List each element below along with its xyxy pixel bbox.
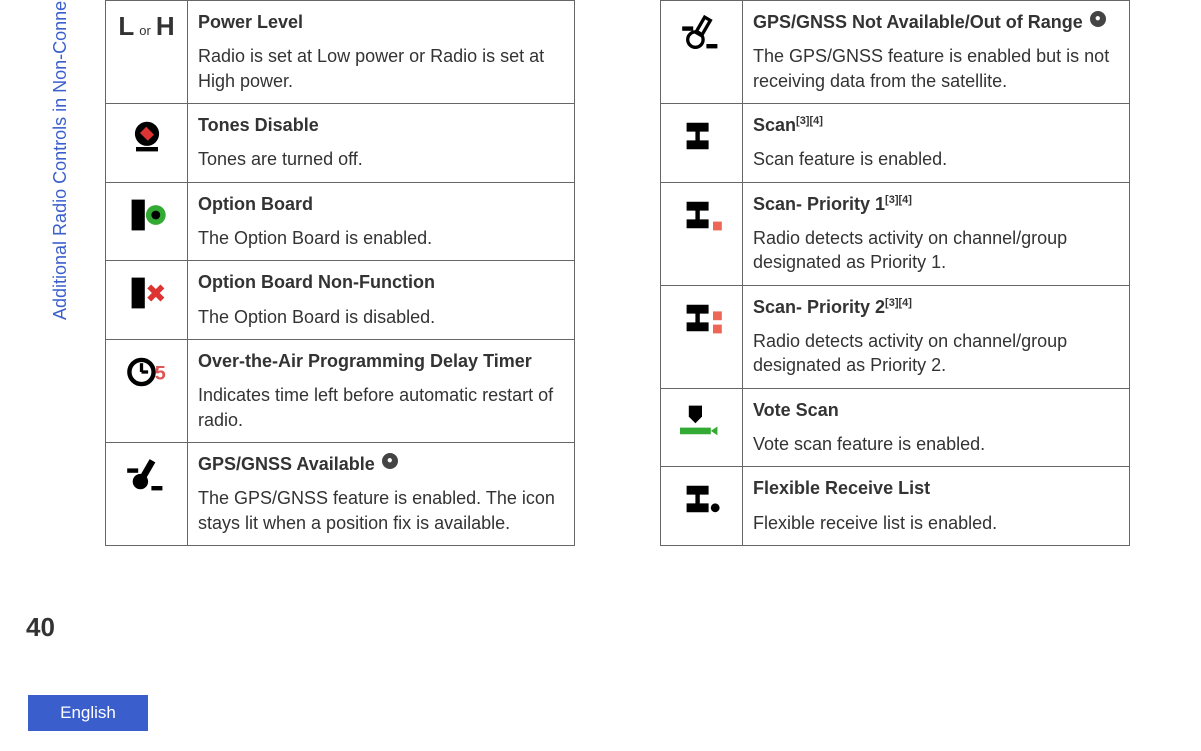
row-title: Vote Scan — [753, 399, 1119, 422]
scan-p2-icon — [680, 296, 724, 340]
cell-text: Scan- Priority 1[3][4] Radio detects act… — [743, 182, 1130, 285]
gps-not-available-icon — [680, 11, 724, 55]
row-desc: Indicates time left before automatic res… — [198, 383, 564, 432]
row-title: Option Board Non-Function — [198, 271, 564, 294]
cell-icon: 5 — [106, 340, 188, 443]
otap-timer-icon: 5 — [125, 350, 169, 394]
table-row: L or H Power Level Radio is set at Low p… — [106, 1, 575, 104]
footnote-ref: [3][4] — [885, 194, 912, 206]
scan-p1-icon — [680, 193, 724, 237]
row-desc: Scan feature is enabled. — [753, 147, 1119, 171]
row-desc: Radio detects activity on channel/group … — [753, 226, 1119, 275]
badge-icon: ● — [1090, 11, 1106, 27]
vote-scan-icon — [680, 399, 724, 443]
row-desc: Vote scan feature is enabled. — [753, 432, 1119, 456]
row-desc: Radio is set at Low power or Radio is se… — [198, 44, 564, 93]
table-row: Option Board The Option Board is enabled… — [106, 182, 575, 261]
left-table: L or H Power Level Radio is set at Low p… — [105, 0, 575, 546]
option-board-icon — [125, 193, 169, 237]
row-desc: Tones are turned off. — [198, 147, 564, 171]
cell-text: GPS/GNSS Available ● The GPS/GNSS featur… — [188, 443, 575, 546]
row-title: Scan- Priority 2[3][4] — [753, 296, 1119, 319]
scan-icon — [680, 114, 724, 158]
row-desc: The GPS/GNSS feature is enabled. The ico… — [198, 486, 564, 535]
table-row: Option Board Non-Function The Option Boa… — [106, 261, 575, 340]
table-row: GPS/GNSS Available ● The GPS/GNSS featur… — [106, 443, 575, 546]
row-title: Tones Disable — [198, 114, 564, 137]
or-text: or — [139, 23, 151, 38]
cell-icon — [106, 261, 188, 340]
table-row: GPS/GNSS Not Available/Out of Range ● Th… — [661, 1, 1130, 104]
section-title: Additional Radio Controls in Non-Connect… — [50, 0, 71, 320]
cell-icon — [661, 103, 743, 182]
cell-icon — [661, 182, 743, 285]
badge-icon: ● — [382, 453, 398, 469]
footnote-ref: [3][4] — [885, 297, 912, 309]
table-row: Vote Scan Vote scan feature is enabled. — [661, 388, 1130, 467]
table-row: Scan[3][4] Scan feature is enabled. — [661, 103, 1130, 182]
cell-text: Vote Scan Vote scan feature is enabled. — [743, 388, 1130, 467]
table-row: Flexible Receive List Flexible receive l… — [661, 467, 1130, 546]
row-title: Scan[3][4] — [753, 114, 1119, 137]
cell-icon — [106, 182, 188, 261]
cell-icon — [661, 467, 743, 546]
gps-available-icon — [125, 453, 169, 497]
cell-text: Option Board The Option Board is enabled… — [188, 182, 575, 261]
row-title: GPS/GNSS Not Available/Out of Range ● — [753, 11, 1119, 34]
flex-rx-icon — [680, 477, 724, 521]
row-title: Power Level — [198, 11, 564, 34]
row-desc: The Option Board is disabled. — [198, 305, 564, 329]
table-row: Tones Disable Tones are turned off. — [106, 103, 575, 182]
page-number: 40 — [26, 612, 55, 643]
option-board-nf-icon — [125, 271, 169, 315]
cell-text: Scan- Priority 2[3][4] Radio detects act… — [743, 285, 1130, 388]
cell-text: Scan[3][4] Scan feature is enabled. — [743, 103, 1130, 182]
row-desc: Radio detects activity on channel/group … — [753, 329, 1119, 378]
cell-text: Power Level Radio is set at Low power or… — [188, 1, 575, 104]
row-title: Option Board — [198, 193, 564, 216]
row-desc: The Option Board is enabled. — [198, 226, 564, 250]
row-title: Scan- Priority 1[3][4] — [753, 193, 1119, 216]
cell-icon — [661, 1, 743, 104]
power-level-icon: L — [118, 11, 134, 41]
cell-icon — [106, 443, 188, 546]
row-title: Over-the-Air Programming Delay Timer — [198, 350, 564, 373]
language-tab: English — [28, 695, 148, 731]
cell-text: Over-the-Air Programming Delay Timer Ind… — [188, 340, 575, 443]
row-desc: The GPS/GNSS feature is enabled but is n… — [753, 44, 1119, 93]
power-level-icon: H — [156, 11, 175, 41]
table-row: Scan- Priority 2[3][4] Radio detects act… — [661, 285, 1130, 388]
cell-icon — [661, 388, 743, 467]
cell-text: Option Board Non-Function The Option Boa… — [188, 261, 575, 340]
row-title: Flexible Receive List — [753, 477, 1119, 500]
cell-icon: L or H — [106, 1, 188, 104]
table-row: 5 Over-the-Air Programming Delay Timer I… — [106, 340, 575, 443]
svg-text:5: 5 — [154, 363, 165, 385]
row-desc: Flexible receive list is enabled. — [753, 511, 1119, 535]
cell-text: GPS/GNSS Not Available/Out of Range ● Th… — [743, 1, 1130, 104]
right-table: GPS/GNSS Not Available/Out of Range ● Th… — [660, 0, 1130, 546]
cell-icon — [661, 285, 743, 388]
footnote-ref: [3][4] — [796, 115, 823, 127]
cell-text: Tones Disable Tones are turned off. — [188, 103, 575, 182]
cell-icon — [106, 103, 188, 182]
table-row: Scan- Priority 1[3][4] Radio detects act… — [661, 182, 1130, 285]
tones-disable-icon — [125, 114, 169, 158]
cell-text: Flexible Receive List Flexible receive l… — [743, 467, 1130, 546]
row-title: GPS/GNSS Available ● — [198, 453, 564, 476]
